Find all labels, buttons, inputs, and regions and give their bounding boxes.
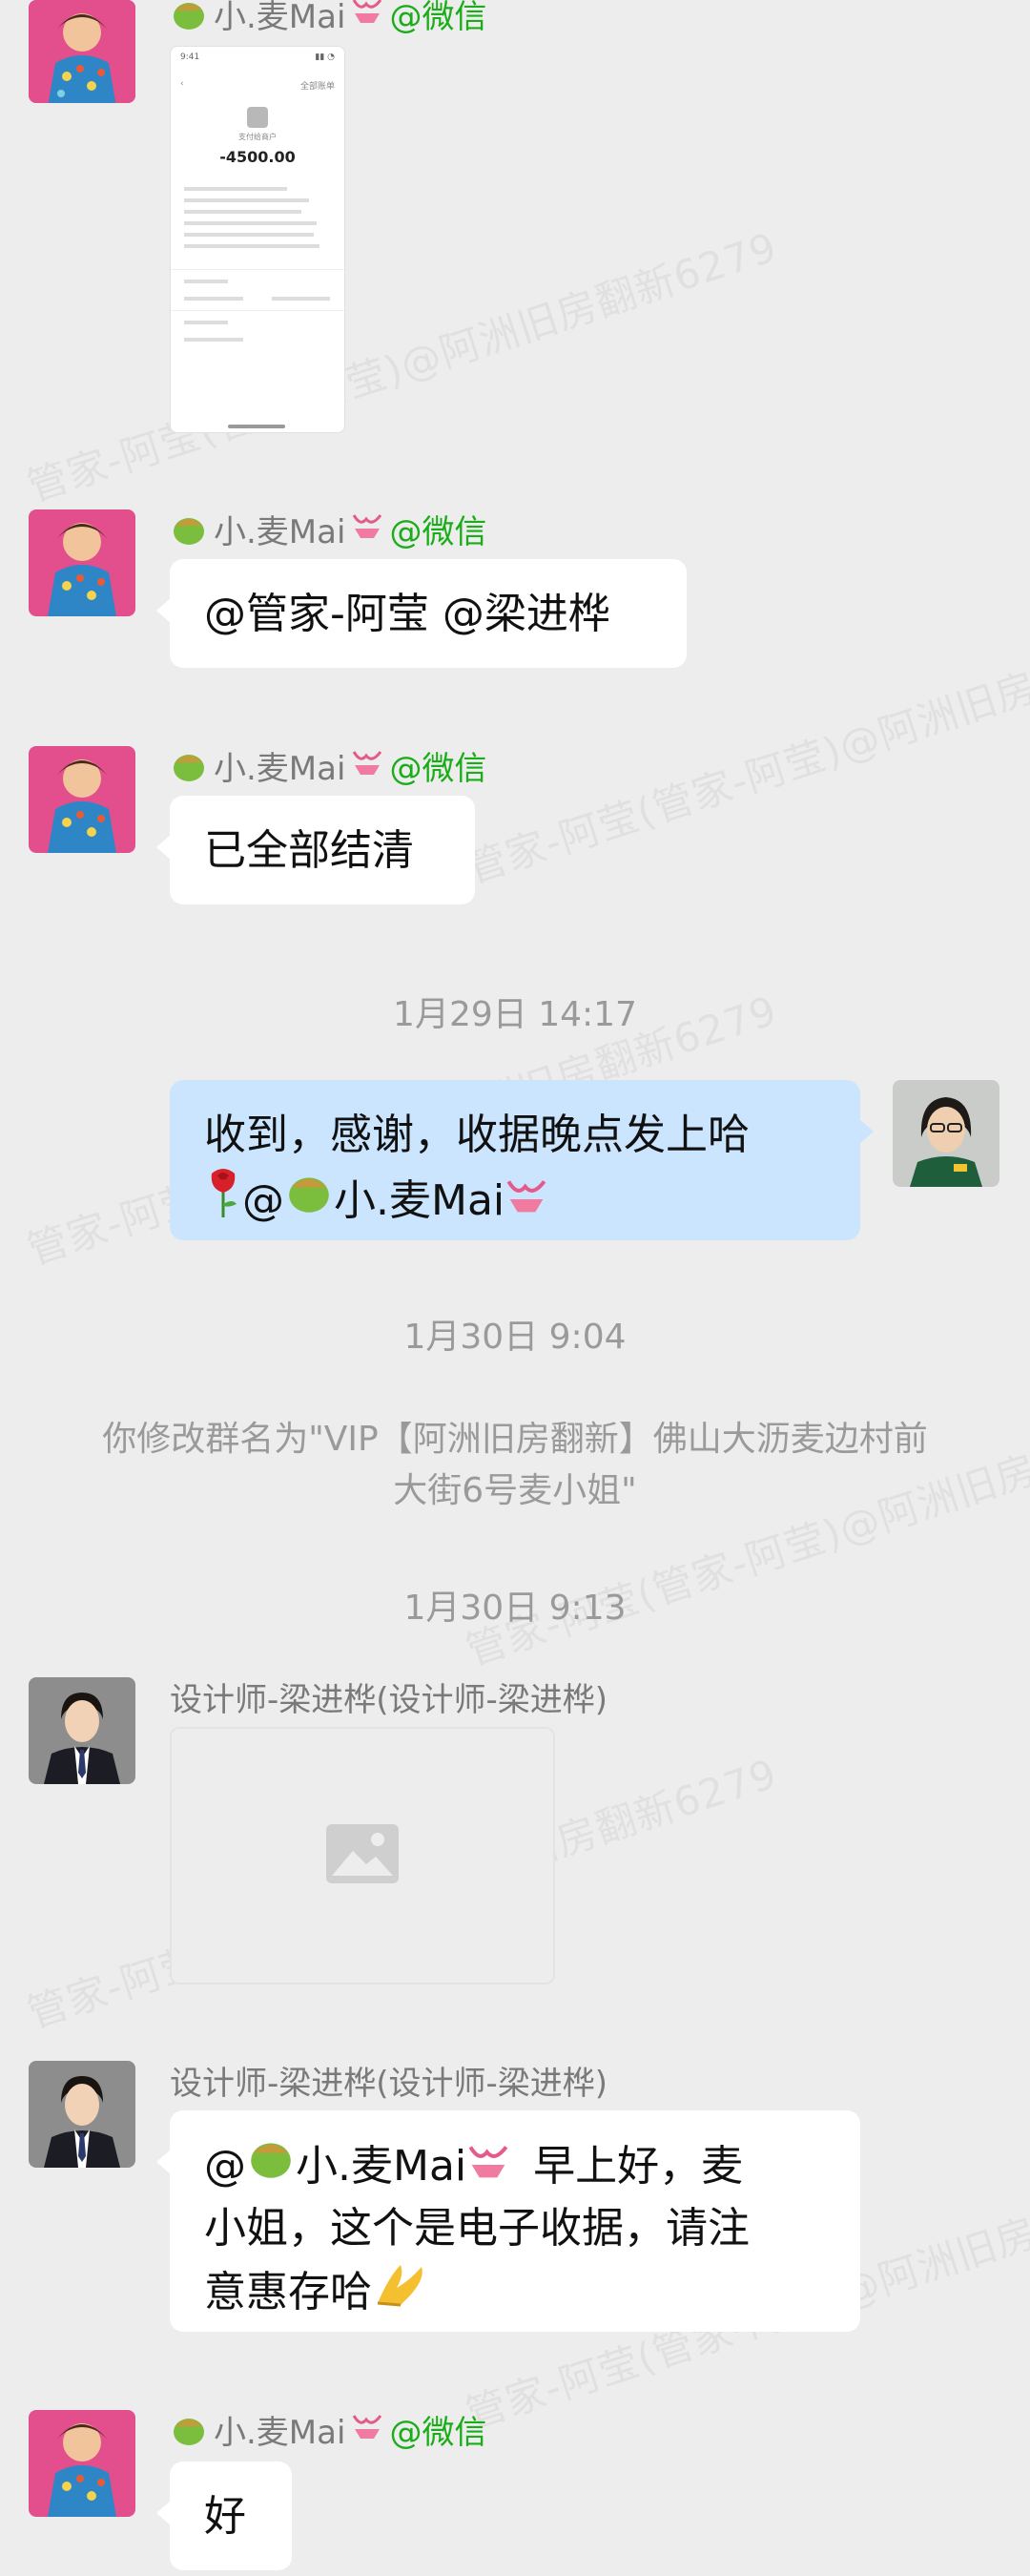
avocado-icon bbox=[170, 0, 208, 31]
timestamp: 1月29日 14:17 bbox=[393, 995, 637, 1034]
sender-name: 小.麦Mai @微信 bbox=[170, 2406, 486, 2453]
message-bubble[interactable]: 已全部结清 bbox=[156, 796, 475, 904]
avatar-designer[interactable] bbox=[29, 2061, 135, 2168]
rose-icon bbox=[204, 1166, 242, 1236]
message-bubble-self[interactable]: 收到，感谢，收据晚点发上哈 @ 小.麦Mai bbox=[170, 1080, 874, 1240]
bikini-icon bbox=[351, 510, 383, 549]
timestamp: 1月30日 9:13 bbox=[403, 1589, 627, 1628]
avocado-icon bbox=[284, 1170, 334, 1233]
avatar-xiaomai[interactable] bbox=[29, 2410, 135, 2517]
system-message: 你修改群名为"VIP【阿洲旧房翻新】佛山大沥麦边村前大街6号麦小姐" bbox=[102, 1420, 928, 1510]
bikini-icon bbox=[466, 2136, 510, 2197]
avocado-icon bbox=[170, 749, 208, 783]
pray-hands-icon bbox=[372, 2259, 429, 2326]
sender-name: 小.麦Mai @微信 bbox=[170, 0, 486, 37]
avatar-xiaomai[interactable] bbox=[29, 509, 135, 616]
avatar-xiaomai[interactable] bbox=[29, 746, 135, 853]
bikini-icon bbox=[351, 2411, 383, 2449]
avatar-xiaomai[interactable] bbox=[29, 0, 135, 103]
image-icon bbox=[324, 1822, 401, 1889]
watermark: 管家-阿莹(管家-阿莹)@阿洲旧房翻新6279 bbox=[21, 223, 783, 511]
message-bubble[interactable]: @ 小.麦Mai 早上好，麦 小姐，这个是电子收据，请注 意惠存哈 bbox=[156, 2110, 860, 2332]
bikini-icon bbox=[351, 0, 383, 33]
avatar-self[interactable] bbox=[893, 1080, 999, 1187]
avatar-designer[interactable] bbox=[29, 1677, 135, 1784]
sender-name: 设计师-梁进桦(设计师-梁进桦) bbox=[170, 1681, 608, 1719]
bikini-icon bbox=[351, 747, 383, 785]
message-bubble[interactable]: 好 bbox=[156, 2462, 292, 2570]
sender-name: 小.麦Mai @微信 bbox=[170, 506, 486, 552]
sender-name: 设计师-梁进桦(设计师-梁进桦) bbox=[170, 2065, 608, 2103]
avocado-icon bbox=[246, 2135, 296, 2198]
timestamp: 1月30日 9:04 bbox=[403, 1318, 627, 1357]
image-message-placeholder[interactable] bbox=[170, 1727, 555, 1984]
receipt-image[interactable]: 9:41 ▮▮ ◔ ‹ 全部账单 支付给商户 -4500.00 bbox=[170, 46, 345, 433]
sender-name: 小.麦Mai @微信 bbox=[170, 742, 486, 789]
avocado-icon bbox=[170, 512, 208, 547]
avocado-icon bbox=[170, 2413, 208, 2447]
bikini-icon bbox=[505, 1171, 548, 1232]
payee-icon bbox=[247, 107, 268, 128]
message-bubble[interactable]: @管家-阿莹 @梁进桦 bbox=[156, 559, 687, 668]
